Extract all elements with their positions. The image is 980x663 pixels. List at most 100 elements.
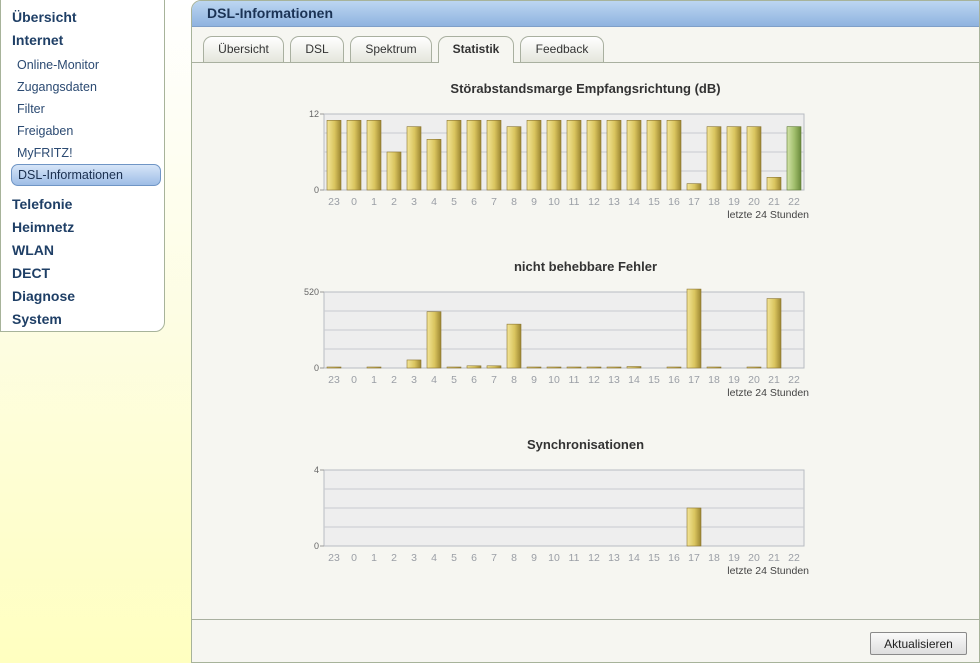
x-tick-label: 7 xyxy=(491,552,497,564)
bar xyxy=(766,177,782,191)
bar xyxy=(686,183,702,191)
x-tick-label: 13 xyxy=(608,374,620,386)
chart-footnote: letzte 24 Stunden xyxy=(727,565,809,577)
bar xyxy=(666,366,682,369)
bar xyxy=(446,120,462,191)
x-tick-label: 5 xyxy=(451,196,457,208)
x-tick-label: 0 xyxy=(351,552,357,564)
x-tick-label: 10 xyxy=(548,552,560,564)
x-tick-label: 13 xyxy=(608,196,620,208)
bar xyxy=(726,126,742,191)
bar xyxy=(706,126,722,191)
x-tick-label: 11 xyxy=(569,196,580,208)
sidebar-item-dect[interactable]: DECT xyxy=(12,265,50,281)
x-tick-label: 8 xyxy=(511,196,517,208)
bar xyxy=(346,120,362,191)
x-tick-label: 21 xyxy=(768,196,780,208)
y-tick-label-zero: 0 xyxy=(314,185,319,195)
y-tick-label-zero: 0 xyxy=(314,541,319,551)
sidebar-item-heimnetz[interactable]: Heimnetz xyxy=(12,219,74,235)
sidebar-item-dsl-informationen[interactable]: DSL-Informationen xyxy=(11,164,161,186)
tab-feedback[interactable]: Feedback xyxy=(520,36,604,62)
chart-title-sync: Synchronisationen xyxy=(526,437,645,452)
sidebar-item-online-monitor[interactable]: Online-Monitor xyxy=(17,58,99,72)
sidebar-item-myfritz[interactable]: MyFRITZ! xyxy=(17,146,73,160)
x-tick-label: 16 xyxy=(668,196,680,208)
chart-footnote: letzte 24 Stunden xyxy=(727,209,809,221)
x-tick-label: 18 xyxy=(708,374,720,386)
bar xyxy=(686,507,702,547)
x-tick-label: 9 xyxy=(531,374,537,386)
sidebar-item-filter[interactable]: Filter xyxy=(17,102,45,116)
x-tick-label: 2 xyxy=(391,552,397,564)
sidebar-item-system[interactable]: System xyxy=(12,311,62,327)
x-tick-label: 15 xyxy=(648,374,660,386)
sidebar-item-uebersicht[interactable]: Übersicht xyxy=(12,9,77,25)
tab-dsl[interactable]: DSL xyxy=(290,36,344,62)
x-tick-label: 19 xyxy=(728,374,740,386)
sidebar-item-wlan[interactable]: WLAN xyxy=(12,242,54,258)
x-tick-label: 20 xyxy=(748,374,760,386)
x-tick-label: 11 xyxy=(569,552,580,564)
x-tick-label: 7 xyxy=(491,374,497,386)
x-tick-label: 1 xyxy=(371,374,377,386)
panel-header: DSL-Informationen xyxy=(192,1,979,27)
x-tick-label: 9 xyxy=(531,552,537,564)
bar xyxy=(526,366,542,369)
tab-spektrum[interactable]: Spektrum xyxy=(350,36,432,62)
x-tick-label: 17 xyxy=(688,196,700,208)
bar xyxy=(406,359,422,369)
sidebar-item-freigaben[interactable]: Freigaben xyxy=(17,124,73,138)
sidebar-item-telefonie[interactable]: Telefonie xyxy=(12,196,72,212)
x-tick-label: 0 xyxy=(351,374,357,386)
sidebar-item-diagnose[interactable]: Diagnose xyxy=(12,288,75,304)
bar xyxy=(326,120,342,191)
tab-statistik[interactable]: Statistik xyxy=(438,36,514,63)
bar xyxy=(506,323,522,369)
chart-footnote: letzte 24 Stunden xyxy=(727,387,809,399)
x-tick-label: 20 xyxy=(748,552,760,564)
sidebar-item-zugangsdaten[interactable]: Zugangsdaten xyxy=(17,80,97,94)
tab-uebersicht[interactable]: Übersicht xyxy=(203,36,284,62)
bar xyxy=(566,120,582,191)
x-tick-label: 12 xyxy=(588,374,600,386)
bar xyxy=(546,120,562,191)
x-tick-label: 5 xyxy=(451,374,457,386)
bar xyxy=(526,120,542,191)
sidebar-item-internet[interactable]: Internet xyxy=(12,32,63,48)
bar xyxy=(766,298,782,369)
x-tick-label: 16 xyxy=(668,374,680,386)
x-tick-label: 22 xyxy=(788,552,800,564)
x-tick-label: 3 xyxy=(411,196,417,208)
x-tick-label: 6 xyxy=(471,196,477,208)
bar xyxy=(366,366,382,369)
x-tick-label: 2 xyxy=(391,374,397,386)
bar xyxy=(646,120,662,191)
bar xyxy=(486,365,502,369)
x-tick-label: 23 xyxy=(328,196,340,208)
x-tick-label: 23 xyxy=(328,374,340,386)
x-tick-label: 16 xyxy=(668,552,680,564)
x-tick-label: 10 xyxy=(548,374,560,386)
bar xyxy=(786,126,802,191)
x-tick-label: 4 xyxy=(431,196,437,208)
x-tick-label: 5 xyxy=(451,552,457,564)
x-tick-label: 21 xyxy=(768,374,780,386)
refresh-button[interactable]: Aktualisieren xyxy=(870,632,967,655)
bar xyxy=(546,366,562,369)
bar xyxy=(606,366,622,369)
x-tick-label: 6 xyxy=(471,374,477,386)
x-tick-label: 12 xyxy=(588,196,600,208)
chart-title-snr: Störabstandsmarge Empfangsrichtung (dB) xyxy=(450,81,721,96)
footer-divider xyxy=(192,619,979,620)
bar xyxy=(586,120,602,191)
bar xyxy=(466,120,482,191)
y-tick-label-max: 12 xyxy=(309,109,319,119)
bar xyxy=(326,366,342,369)
bar xyxy=(386,151,402,191)
x-tick-label: 7 xyxy=(491,196,497,208)
x-tick-label: 4 xyxy=(431,374,437,386)
bar xyxy=(466,365,482,369)
x-tick-label: 20 xyxy=(748,196,760,208)
bar xyxy=(366,120,382,191)
